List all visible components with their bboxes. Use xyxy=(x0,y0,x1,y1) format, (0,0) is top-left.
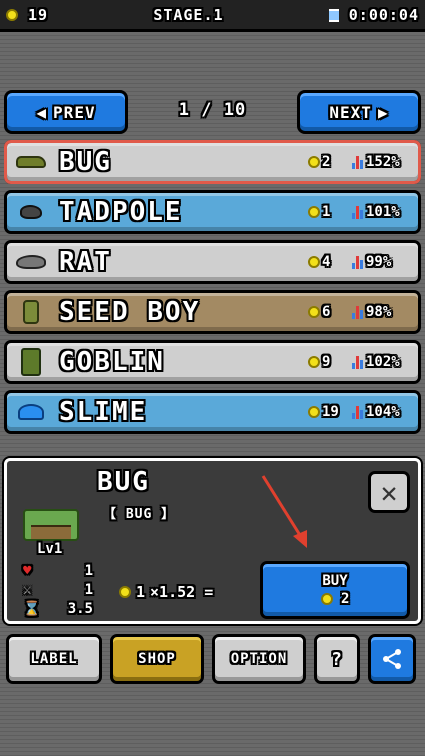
creature-rate: 99% xyxy=(352,254,418,270)
coin-icon xyxy=(119,586,131,598)
creature-name: BUG xyxy=(59,147,112,177)
close-icon: ✕ xyxy=(380,475,398,509)
creature-name: SLIME xyxy=(59,397,148,427)
creature-rate: 101% xyxy=(352,204,418,220)
hourglass-icon: ⌛ xyxy=(23,601,41,617)
slime-icon xyxy=(7,393,55,431)
coin-icon xyxy=(308,306,320,318)
detail-title: BUG xyxy=(97,467,150,497)
creature-rate: 102% xyxy=(352,354,418,370)
stat-time: ⌛ 3.5 xyxy=(23,601,93,617)
creature-cost: 1 xyxy=(308,204,352,220)
creature-name: RAT xyxy=(59,247,112,277)
creature-row-goblin[interactable]: GOBLIN 9 102% xyxy=(4,340,421,384)
status-bar: 19 STAGE.1 0:00:04 xyxy=(0,0,425,32)
coin-icon xyxy=(308,206,320,218)
creature-name: TADPOLE xyxy=(59,197,183,227)
creature-row-tadpole[interactable]: TADPOLE 1 101% xyxy=(4,190,421,234)
formula-coin: 1 xyxy=(136,583,146,601)
creature-row-bug[interactable]: BUG 2 152% xyxy=(4,140,421,184)
arrow-left-icon: ◀ xyxy=(36,102,48,122)
goblin-icon xyxy=(7,343,55,381)
bar-chart-icon xyxy=(352,355,363,369)
creature-detail-panel: BUG 【 BUG 】 ✕ Lv1 ♥ 1 ⚔ 1 ⌛ 3.5 1 ×1.52 … xyxy=(4,458,421,624)
detail-subtitle: 【 BUG 】 xyxy=(103,507,176,522)
page-navigation: ◀ PREV 1 / 10 NEXT ▶ xyxy=(4,90,421,134)
formula-multiplier: ×1.52 = xyxy=(150,583,214,601)
sword-icon: ⚔ xyxy=(23,582,32,598)
stat-attack: ⚔ 1 xyxy=(23,582,93,598)
attack-value: 1 xyxy=(84,582,93,598)
bug-icon xyxy=(7,143,55,181)
coin-icon xyxy=(308,406,320,418)
tab-label[interactable]: LABEL xyxy=(6,634,102,684)
coin-icon xyxy=(308,356,320,368)
creature-rate: 104% xyxy=(352,404,418,420)
creature-cost: 2 xyxy=(308,154,352,170)
coin-count: 19 xyxy=(28,5,49,24)
time-value: 3.5 xyxy=(67,601,93,617)
creature-row-rat[interactable]: RAT 4 99% xyxy=(4,240,421,284)
creature-name: GOBLIN xyxy=(59,347,165,377)
next-label: NEXT xyxy=(329,102,372,122)
bar-chart-icon xyxy=(352,305,363,319)
bar-chart-icon xyxy=(352,405,363,419)
creature-cost: 19 xyxy=(308,404,352,420)
bar-chart-icon xyxy=(352,255,363,269)
coin-counter: 19 xyxy=(6,6,48,24)
close-button[interactable]: ✕ xyxy=(368,471,410,513)
bottom-tab-bar: LABEL SHOP OPTION ? xyxy=(4,634,421,684)
creature-list: BUG 2 152% TADPOLE 1 101% RAT 4 99% SEED… xyxy=(4,140,421,456)
share-button[interactable] xyxy=(368,634,416,684)
timer-value: 0:00:04 xyxy=(348,5,419,24)
coin-icon xyxy=(320,593,333,605)
creature-cost: 4 xyxy=(308,254,352,270)
creature-row-seed-boy[interactable]: SEED BOY 6 98% xyxy=(4,290,421,334)
creature-cost: 9 xyxy=(308,354,352,370)
buy-cost: 2 xyxy=(320,591,349,607)
creature-rate: 98% xyxy=(352,304,418,320)
level-label: Lv1 xyxy=(37,541,63,557)
bug-portrait-icon xyxy=(23,509,79,541)
hourglass-icon xyxy=(328,8,339,22)
buy-label: BUY xyxy=(322,573,348,589)
creature-row-slime[interactable]: SLIME 19 104% xyxy=(4,390,421,434)
heart-icon: ♥ xyxy=(23,563,32,579)
stage-label: STAGE.1 xyxy=(153,5,224,24)
buy-button[interactable]: BUY 2 xyxy=(260,561,410,619)
tadpole-icon xyxy=(7,193,55,231)
share-icon xyxy=(383,649,401,669)
prev-button[interactable]: ◀ PREV xyxy=(4,90,128,134)
help-button[interactable]: ? xyxy=(314,634,360,684)
creature-rate: 152% xyxy=(352,154,418,170)
arrow-right-icon: ▶ xyxy=(377,102,389,122)
bar-chart-icon xyxy=(352,155,363,169)
creature-cost: 6 xyxy=(308,304,352,320)
coin-icon xyxy=(308,156,320,168)
rat-icon xyxy=(7,243,55,281)
coin-icon xyxy=(308,256,320,268)
seed-boy-icon xyxy=(7,293,55,331)
coin-icon xyxy=(6,9,18,21)
tab-option[interactable]: OPTION xyxy=(212,634,306,684)
next-button[interactable]: NEXT ▶ xyxy=(297,90,421,134)
creature-name: SEED BOY xyxy=(59,297,201,327)
page-indicator: 1 / 10 xyxy=(178,100,247,120)
hp-value: 1 xyxy=(84,563,93,579)
stat-hp: ♥ 1 xyxy=(23,563,93,579)
prev-label: PREV xyxy=(53,102,96,122)
timer: 0:00:04 xyxy=(328,5,419,24)
bar-chart-icon xyxy=(352,205,363,219)
cost-formula: 1 ×1.52 = xyxy=(119,583,213,601)
tab-shop[interactable]: SHOP xyxy=(110,634,204,684)
